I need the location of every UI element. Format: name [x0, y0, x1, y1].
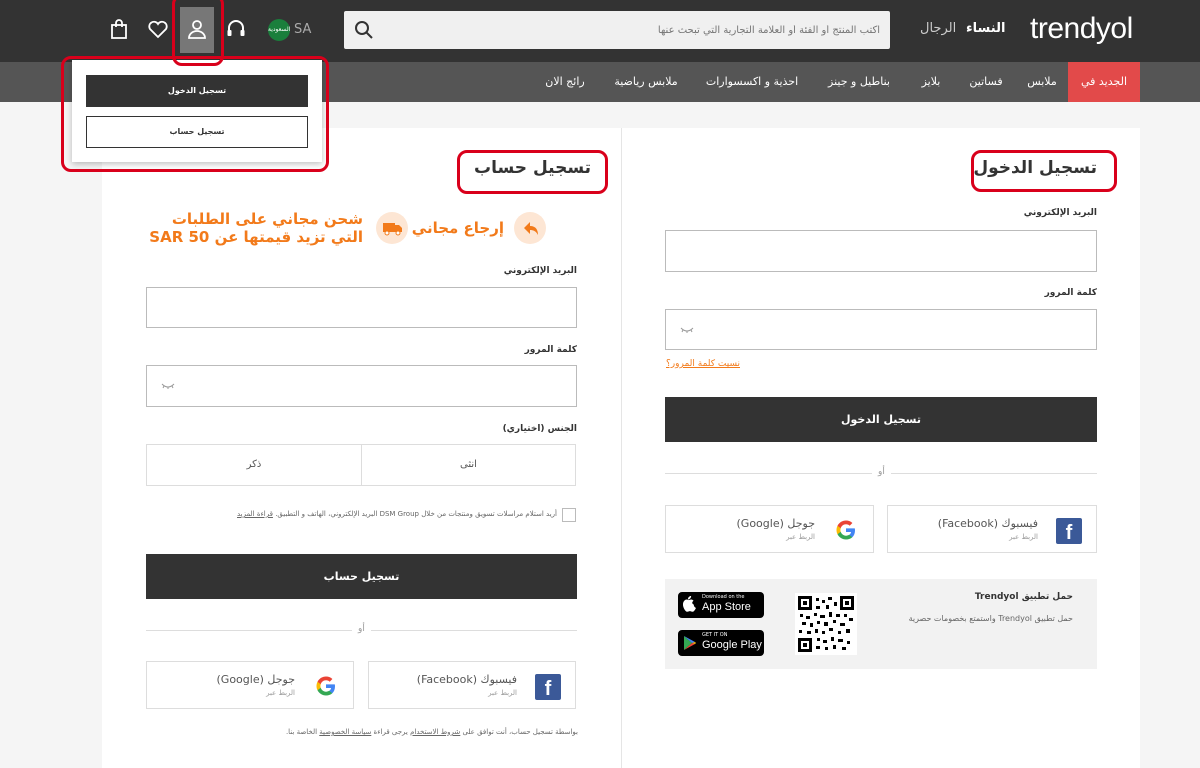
truck-icon [376, 212, 408, 244]
privacy-link[interactable]: سياسة الخصوصية [319, 728, 371, 736]
highlight-dropdown [61, 56, 329, 172]
facebook-sublabel: الربط عبر [488, 689, 517, 697]
search-input[interactable] [400, 11, 880, 49]
google-sublabel: الربط عبر [266, 689, 295, 697]
terms-mid: يرجى قراءة [373, 728, 408, 736]
register-email-label: البريد الإلكتروني [503, 266, 577, 276]
nav-item-trending[interactable]: رائج الان [530, 62, 600, 102]
trendyol-logo[interactable]: trendyol [1030, 12, 1133, 46]
app-description: حمل تطبيق Trendyol واستمتع بخصومات حصرية [908, 614, 1073, 623]
country-code: SA [294, 22, 312, 37]
login-google-button[interactable]: جوجل (Google) الربط عبر [665, 505, 874, 553]
consent-checkbox[interactable] [562, 508, 576, 522]
qr-code [795, 593, 857, 655]
login-submit-button[interactable]: تسجيل الدخول [665, 397, 1097, 442]
promo-free-shipping: شحن مجاني على الطلبات التي تزيد قيمتها ع… [149, 210, 363, 246]
register-facebook-button[interactable]: f فيسبوك (Facebook) الربط عبر [368, 661, 576, 709]
forgot-password-link[interactable]: نسيت كلمة المرور؟ [666, 359, 740, 369]
country-selector[interactable]: السعودية SA [266, 19, 326, 41]
login-email-label: البريد الإلكتروني [1023, 208, 1097, 218]
return-icon [514, 212, 546, 244]
register-or-label: أو [352, 624, 371, 634]
login-facebook-button[interactable]: f فيسبوك (Facebook) الربط عبر [887, 505, 1097, 553]
app-store-button[interactable]: Download on the App Store [678, 592, 764, 618]
nav-item-clothing[interactable]: ملابس [1016, 62, 1068, 102]
facebook-label: فيسبوك (Facebook) [937, 517, 1038, 530]
gender-women-tab[interactable]: النساء [966, 21, 1005, 36]
heart-icon[interactable] [147, 18, 169, 40]
facebook-icon: f [1056, 518, 1082, 544]
highlight-register-title [457, 150, 608, 194]
login-panel: تسجيل الدخول البريد الإلكتروني كلمة المر… [621, 128, 1140, 768]
nav-item-dresses[interactable]: فساتين [956, 62, 1016, 102]
search-icon[interactable] [354, 20, 374, 40]
facebook-sublabel: الربط عبر [1009, 533, 1038, 541]
google-play-small: GET IT ON [702, 632, 728, 638]
gender-female-option[interactable]: انثى [361, 444, 576, 486]
terms-prefix: بواسطة تسجيل حساب، أنت توافق على [462, 728, 578, 736]
nav-item-shoes[interactable]: احذية و اكسسوارات [692, 62, 812, 102]
login-or-label: أو [872, 467, 891, 477]
terms-text: بواسطة تسجيل حساب، أنت توافق على شروط ال… [242, 728, 578, 736]
gender-male-option[interactable]: ذكر [146, 444, 361, 486]
eye-closed-icon[interactable] [680, 325, 694, 335]
register-password-label: كلمة المرور [524, 345, 577, 355]
headset-icon[interactable] [225, 18, 247, 40]
login-password-field[interactable] [665, 309, 1097, 350]
nav-item-pants[interactable]: بناطيل و جينز [812, 62, 906, 102]
register-email-field[interactable] [146, 287, 577, 328]
highlight-login-title [971, 150, 1117, 192]
facebook-icon: f [535, 674, 561, 700]
google-label: جوجل (Google) [736, 517, 816, 530]
consent-text: أريد استلام مراسلات تسويق ومنتجات من خلا… [157, 510, 557, 518]
consent-description: أريد استلام مراسلات تسويق ومنتجات من خلا… [275, 510, 557, 518]
google-play-button[interactable]: GET IT ON Google Play [678, 630, 764, 656]
google-play-label: Google Play [702, 639, 762, 651]
login-password-label: كلمة المرور [1044, 288, 1097, 298]
google-icon [836, 520, 855, 540]
search-bar [344, 11, 890, 49]
google-play-icon [684, 636, 696, 650]
app-store-label: App Store [702, 601, 751, 613]
terms-suffix: الخاصة بنا. [285, 728, 318, 736]
promo-shipping-line2: التي تزيد قيمتها عن SAR 50 [149, 228, 363, 246]
gender-men-tab[interactable]: الرجال [920, 21, 956, 36]
register-google-button[interactable]: جوجل (Google) الربط عبر [146, 661, 354, 709]
promo-free-return: إرجاع مجاني [411, 219, 504, 237]
google-icon [316, 676, 335, 696]
promo-shipping-line1: شحن مجاني على الطلبات [171, 210, 363, 228]
register-submit-button[interactable]: تسجيل حساب [146, 554, 577, 599]
gender-label: الجنس (اختياري) [502, 424, 577, 434]
shopping-bag-icon[interactable] [108, 18, 130, 40]
app-download-box: حمل تطبيق Trendyol حمل تطبيق Trendyol وا… [665, 579, 1097, 669]
terms-link[interactable]: شروط الاستخدام [410, 728, 460, 736]
nav-item-blouses[interactable]: بلايز [906, 62, 956, 102]
facebook-label: فيسبوك (Facebook) [416, 673, 517, 686]
app-store-small: Download on the [702, 594, 745, 600]
register-panel: تسجيل حساب إرجاع مجاني شحن مجاني على الط… [102, 128, 621, 768]
consent-read-more-link[interactable]: قراءة المزيد [237, 510, 273, 518]
app-title: حمل تطبيق Trendyol [974, 592, 1073, 602]
google-sublabel: الربط عبر [786, 533, 815, 541]
apple-icon [683, 596, 696, 612]
nav-item-sportswear[interactable]: ملابس رياضية [600, 62, 692, 102]
saudi-flag-icon: السعودية [268, 19, 290, 41]
google-label: جوجل (Google) [216, 673, 296, 686]
login-email-field[interactable] [665, 230, 1097, 272]
nav-item-new[interactable]: الجديد في [1068, 62, 1140, 102]
register-password-field[interactable] [146, 365, 577, 407]
eye-closed-icon[interactable] [161, 381, 175, 391]
